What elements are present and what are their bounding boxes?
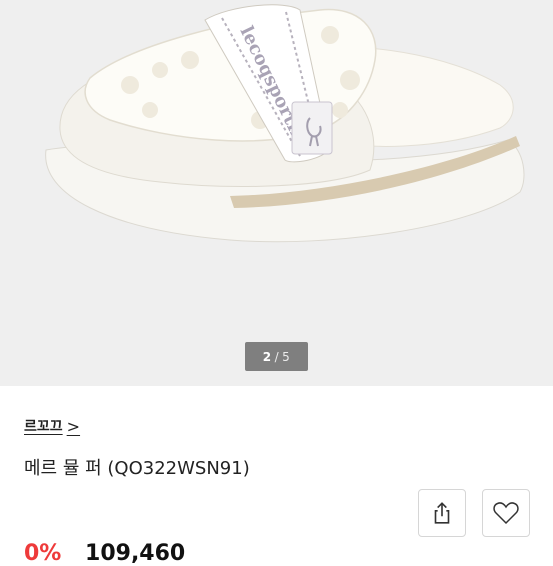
- image-pager: 2 / 5: [245, 342, 308, 371]
- pager-separator: /: [274, 349, 280, 364]
- sale-price: 109,460: [85, 541, 186, 566]
- product-image-gallery[interactable]: lecoqsportif 2 / 5: [0, 0, 553, 386]
- share-icon: [434, 502, 450, 524]
- brand-link[interactable]: 르꼬끄 >: [24, 416, 80, 436]
- chevron-right-icon: >: [66, 416, 81, 436]
- heart-outline-icon: [493, 502, 519, 525]
- pager-current: 2: [262, 349, 272, 364]
- discount-rate: 0%: [24, 541, 62, 566]
- wishlist-button[interactable]: [482, 489, 530, 537]
- product-title: 메르 뮬 퍼 (QO322WSN91): [24, 458, 250, 479]
- brand-label: 르꼬끄: [24, 419, 63, 435]
- product-image: lecoqsportif: [45, 4, 525, 243]
- price-row: 0% 109,460: [24, 541, 185, 566]
- pager-total: 5: [282, 349, 291, 364]
- share-button[interactable]: [418, 489, 466, 537]
